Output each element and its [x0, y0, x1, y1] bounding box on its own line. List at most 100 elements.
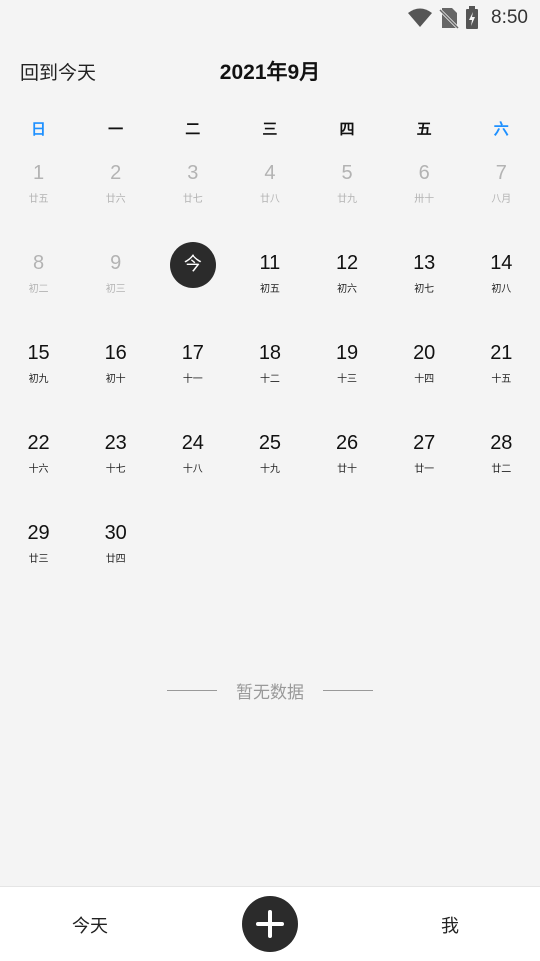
calendar-day-cell[interactable]: 26 廿十 — [309, 420, 386, 510]
lunar-date: 廿二 — [491, 464, 512, 475]
bottom-nav: 今天 我 — [0, 886, 540, 961]
lunar-date: 初三 — [105, 284, 126, 295]
lunar-date: 廿五 — [28, 194, 49, 205]
day-number: 25 — [258, 432, 282, 454]
calendar-day-cell[interactable]: 29 廿三 — [0, 510, 77, 600]
calendar-day-cell[interactable]: 14 初八 — [463, 240, 540, 330]
lunar-date: 八月 — [491, 194, 512, 205]
lunar-date: 初二 — [28, 284, 49, 295]
calendar-day-cell[interactable]: 5 廿九 — [309, 150, 386, 240]
calendar-day-cell[interactable]: 25 十九 — [231, 420, 308, 510]
status-time: 8:50 — [491, 7, 528, 28]
calendar-day-cell[interactable]: 16 初十 — [77, 330, 154, 420]
calendar-day-cell[interactable]: 30 廿四 — [77, 510, 154, 600]
lunar-date: 十四 — [414, 374, 435, 385]
lunar-date: 初七 — [414, 284, 435, 295]
day-number: 26 — [335, 432, 359, 454]
lunar-date: 初八 — [491, 284, 512, 295]
day-number: 16 — [104, 342, 127, 364]
day-number: 7 — [495, 162, 507, 184]
calendar-day-cell[interactable]: 18 十二 — [231, 330, 308, 420]
divider-right — [323, 690, 374, 691]
calendar-day-cell[interactable]: 11 初五 — [231, 240, 308, 330]
day-number: 3 — [187, 162, 199, 184]
calendar-day-cell[interactable]: 15 初九 — [0, 330, 77, 420]
day-number: 8 — [33, 252, 45, 274]
calendar-day-cell[interactable]: 6 卅十 — [386, 150, 463, 240]
no-sim-icon — [439, 7, 460, 29]
lunar-date: 廿三 — [28, 554, 49, 565]
lunar-date: 廿八 — [259, 194, 280, 205]
calendar-day-cell[interactable]: 21 十五 — [463, 330, 540, 420]
calendar-day-cell[interactable]: 9 初三 — [77, 240, 154, 330]
lunar-date: 廿六 — [105, 194, 126, 205]
calendar-day-cell[interactable]: 3 廿七 — [154, 150, 231, 240]
lunar-date: 廿四 — [105, 554, 126, 565]
day-number: 15 — [27, 342, 50, 364]
divider-left — [166, 690, 217, 691]
calendar-today-cell[interactable]: 今 — [154, 240, 231, 330]
calendar-day-cell[interactable]: 28 廿二 — [463, 420, 540, 510]
weekday-sat: 六 — [493, 120, 509, 138]
lunar-date: 廿七 — [182, 194, 203, 205]
day-number: 12 — [335, 252, 359, 274]
calendar-day-cell[interactable]: 22 十六 — [0, 420, 77, 510]
calendar-day-cell[interactable]: 20 十四 — [386, 330, 463, 420]
calendar-day-cell[interactable]: 24 十八 — [154, 420, 231, 510]
day-number: 27 — [413, 432, 436, 454]
lunar-date: 初十 — [105, 374, 126, 385]
day-number: 17 — [181, 342, 204, 364]
lunar-date: 廿十 — [337, 464, 358, 475]
today-marker: 今 — [169, 242, 216, 288]
day-number: 2 — [110, 162, 122, 184]
day-number: 1 — [33, 162, 45, 184]
status-bar: 8:50 — [0, 0, 540, 36]
day-number: 24 — [181, 432, 204, 454]
lunar-date: 初六 — [337, 284, 358, 295]
lunar-date: 卅十 — [414, 194, 435, 205]
calendar-day-cell[interactable]: 27 廿一 — [386, 420, 463, 510]
day-number: 18 — [258, 342, 282, 364]
calendar-day-cell[interactable]: 7 八月 — [463, 150, 540, 240]
lunar-date: 十一 — [182, 374, 203, 385]
battery-charging-icon — [465, 6, 479, 30]
lunar-date: 十五 — [491, 374, 512, 385]
lunar-date: 十三 — [337, 374, 358, 385]
add-button[interactable] — [242, 896, 298, 952]
calendar-day-cell[interactable]: 8 初二 — [0, 240, 77, 330]
day-number: 9 — [110, 252, 122, 274]
day-number: 11 — [259, 252, 281, 274]
day-number: 21 — [490, 342, 513, 364]
day-number: 5 — [341, 162, 353, 184]
empty-state-text: 暂无数据 — [236, 683, 304, 703]
lunar-date: 十七 — [105, 464, 126, 475]
lunar-date: 初五 — [259, 284, 280, 295]
calendar-day-cell[interactable]: 13 初七 — [386, 240, 463, 330]
calendar-day-cell[interactable]: 19 十三 — [309, 330, 386, 420]
calendar-day-cell[interactable]: 17 十一 — [154, 330, 231, 420]
calendar-day-cell[interactable]: 1 廿五 — [0, 150, 77, 240]
calendar-grid: 1 廿五 2 廿六 3 廿七 4 廿八 5 廿九 6 卅十 7 八月 8 初二 9 初三 今 11 初五 12 初六 13 初七… — [0, 150, 540, 600]
nav-today-tab[interactable]: 今天 — [60, 912, 120, 938]
day-number: 14 — [490, 252, 513, 274]
day-number: 30 — [104, 522, 127, 544]
day-number: 28 — [490, 432, 513, 454]
calendar-day-cell[interactable]: 4 廿八 — [231, 150, 308, 240]
lunar-date: 十九 — [259, 464, 280, 475]
lunar-date: 初九 — [28, 374, 49, 385]
weekday-thu: 四 — [339, 120, 355, 138]
nav-me-tab[interactable]: 我 — [420, 912, 480, 938]
calendar-header: 回到今天 2021年9月 — [0, 52, 540, 92]
calendar-day-cell[interactable]: 23 十七 — [77, 420, 154, 510]
calendar-day-cell[interactable]: 12 初六 — [309, 240, 386, 330]
day-number: 23 — [104, 432, 127, 454]
weekday-fri: 五 — [416, 120, 432, 138]
month-title: 2021年9月 — [219, 61, 321, 84]
calendar-day-cell[interactable]: 2 廿六 — [77, 150, 154, 240]
day-number: 6 — [418, 162, 430, 184]
lunar-date: 十二 — [259, 374, 280, 385]
weekday-sun: 日 — [31, 120, 47, 138]
day-number: 20 — [413, 342, 436, 364]
day-number: 4 — [264, 162, 276, 184]
lunar-date: 十八 — [182, 464, 203, 475]
